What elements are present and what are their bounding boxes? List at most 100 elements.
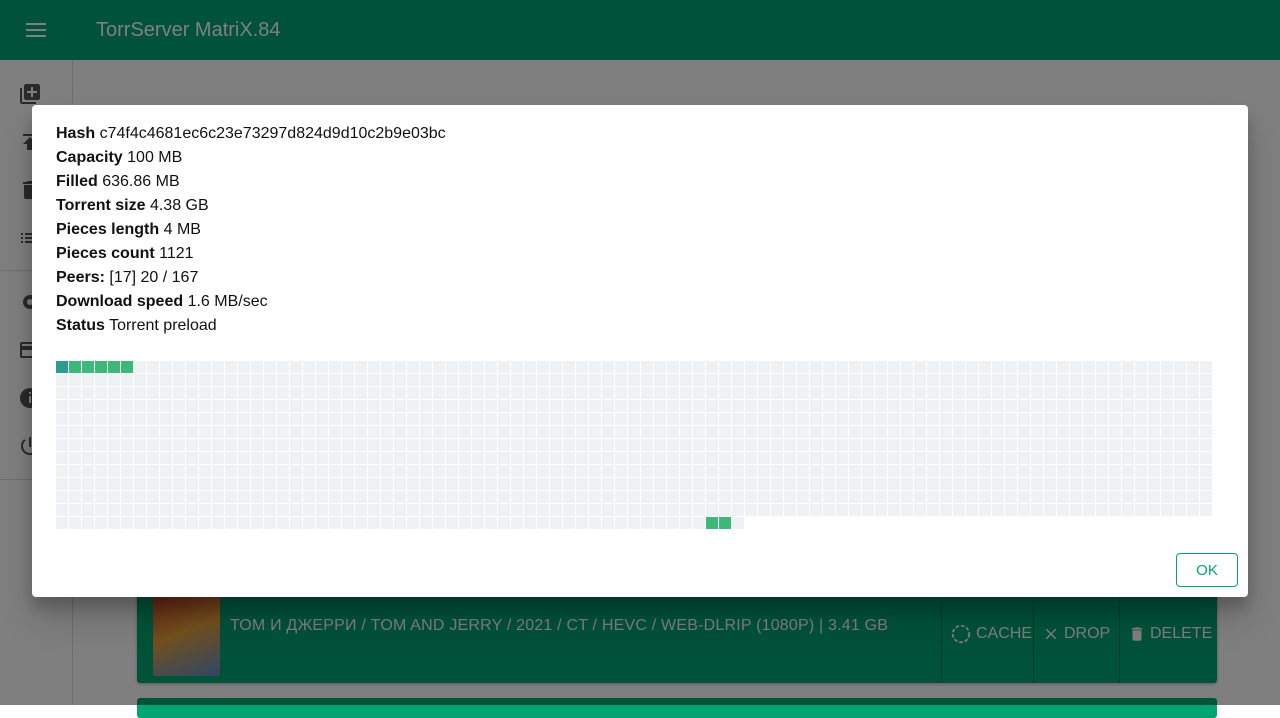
piece-cell: [979, 491, 991, 503]
piece-cell: [784, 374, 796, 386]
piece-cell: [420, 400, 432, 412]
piece-cell: [1096, 374, 1108, 386]
piece-cell: [875, 478, 887, 490]
piece-cell: [433, 439, 445, 451]
piece-cell: [134, 387, 146, 399]
piece-cell: [342, 439, 354, 451]
piece-cell: [654, 491, 666, 503]
piece-cell: [342, 413, 354, 425]
piece-cell: [433, 465, 445, 477]
piece-cell: [1018, 374, 1030, 386]
piece-cell: [979, 478, 991, 490]
piece-cell: [680, 452, 692, 464]
piece-cell: [563, 517, 575, 529]
piece-cell: [615, 413, 627, 425]
piece-cell: [95, 361, 107, 373]
piece-cell: [589, 478, 601, 490]
piece-cell: [771, 387, 783, 399]
piece-cell: [1161, 465, 1173, 477]
piece-cell: [550, 478, 562, 490]
piece-cell: [95, 517, 107, 529]
piece-cell: [485, 452, 497, 464]
piece-cell: [797, 400, 809, 412]
piece-cell: [1070, 387, 1082, 399]
piece-cell: [680, 491, 692, 503]
piece-cell: [615, 439, 627, 451]
piece-cell: [654, 452, 666, 464]
piece-cell: [693, 426, 705, 438]
piece-cell: [1161, 413, 1173, 425]
piece-cell: [1122, 478, 1134, 490]
piece-cell: [953, 452, 965, 464]
piece-cell: [732, 478, 744, 490]
piece-cell: [95, 478, 107, 490]
piece-cell: [251, 517, 263, 529]
piece-cell: [1148, 504, 1160, 516]
piece-cell: [472, 361, 484, 373]
piece-cell: [563, 387, 575, 399]
piece-cell: [615, 517, 627, 529]
piece-cell: [901, 400, 913, 412]
piece-cell: [82, 400, 94, 412]
piece-cell: [147, 361, 159, 373]
piece-cell: [199, 452, 211, 464]
piece-cell: [953, 439, 965, 451]
piece-cell: [823, 361, 835, 373]
piece-cell: [225, 517, 237, 529]
piece-cell: [823, 426, 835, 438]
piece-cell: [901, 478, 913, 490]
piece-cell: [173, 517, 185, 529]
piece-cell: [810, 452, 822, 464]
piece-cell: [849, 413, 861, 425]
piece-cell: [836, 452, 848, 464]
piece-cell: [56, 517, 68, 529]
piece-cell: [680, 439, 692, 451]
piece-cell: [1083, 361, 1095, 373]
piece-cell: [186, 413, 198, 425]
piece-cell: [680, 465, 692, 477]
piece-cell: [667, 361, 679, 373]
piece-cell: [173, 374, 185, 386]
piece-cell: [433, 374, 445, 386]
piece-cell: [82, 491, 94, 503]
piece-cell: [615, 465, 627, 477]
piece-cell: [1083, 426, 1095, 438]
piece-cell: [589, 465, 601, 477]
piece-cell: [277, 361, 289, 373]
piece-cell: [758, 478, 770, 490]
piece-cell: [615, 452, 627, 464]
piece-cell: [1161, 387, 1173, 399]
piece-cell: [199, 361, 211, 373]
piece-cell: [121, 361, 133, 373]
piece-cell: [56, 491, 68, 503]
piece-cell: [173, 387, 185, 399]
torrent-info-dialog: Hash c74f4c4681ec6c23e73297d824d9d10c2b9…: [32, 105, 1248, 597]
piece-cell: [1174, 478, 1186, 490]
piece-cell: [784, 478, 796, 490]
piece-cell: [355, 465, 367, 477]
piece-cell: [914, 400, 926, 412]
piece-cell: [498, 374, 510, 386]
piece-cell: [420, 478, 432, 490]
piece-cell: [979, 400, 991, 412]
ok-button[interactable]: OK: [1176, 553, 1238, 587]
piece-cell: [953, 491, 965, 503]
piece-cell: [498, 400, 510, 412]
piece-cell: [147, 504, 159, 516]
piece-cell: [589, 452, 601, 464]
piece-cell: [823, 491, 835, 503]
piece-cell: [797, 413, 809, 425]
piece-cell: [186, 426, 198, 438]
piece-cell: [875, 413, 887, 425]
piece-cell: [771, 439, 783, 451]
piece-cell: [264, 504, 276, 516]
piece-cell: [251, 400, 263, 412]
piece-cell: [1031, 400, 1043, 412]
piece-cell: [823, 413, 835, 425]
piece-cell: [719, 413, 731, 425]
piece-cell: [1200, 374, 1212, 386]
piece-cell: [264, 478, 276, 490]
piece-cell: [563, 400, 575, 412]
piece-cell: [238, 517, 250, 529]
piece-cell: [225, 465, 237, 477]
